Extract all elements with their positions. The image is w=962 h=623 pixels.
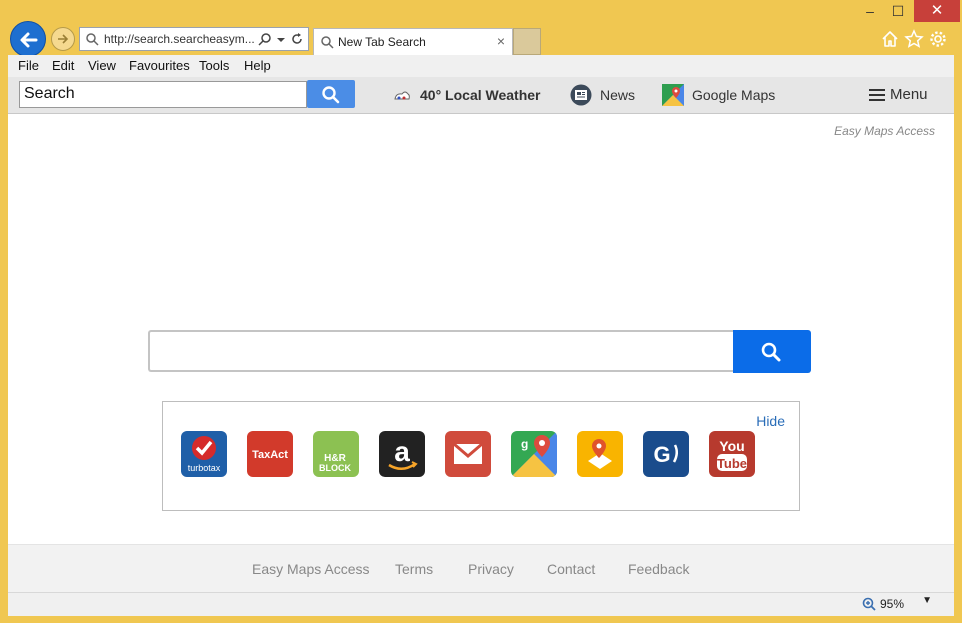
- svg-text:Tube: Tube: [717, 456, 747, 471]
- minimize-button[interactable]: –: [856, 0, 884, 22]
- back-arrow-icon: [20, 32, 38, 48]
- youtube-tile[interactable]: You Tube: [709, 431, 755, 477]
- svg-text:BLOCK: BLOCK: [319, 463, 351, 473]
- search-icon: [761, 342, 781, 362]
- maximize-button[interactable]: ☐: [884, 0, 912, 22]
- page-content: Easy Maps Access Hide turbotax TaxAct H&…: [8, 114, 954, 593]
- footer-link-terms[interactable]: Terms: [395, 561, 433, 577]
- g-app-tile[interactable]: G: [643, 431, 689, 477]
- g-letter-icon: G: [643, 431, 689, 477]
- gmail-tile[interactable]: [445, 431, 491, 477]
- extension-toolbar: Search 40° Local Weather News Google Map…: [8, 77, 954, 114]
- address-url[interactable]: http://search.searcheasym...: [104, 32, 254, 46]
- page-footer: Easy Maps Access Terms Privacy Contact F…: [8, 544, 954, 593]
- forward-button[interactable]: [51, 27, 75, 51]
- turbotax-tile[interactable]: turbotax: [181, 431, 227, 477]
- menu-bar: File Edit View Favourites Tools Help: [8, 55, 954, 78]
- close-window-button[interactable]: ✕: [914, 0, 960, 22]
- search-icon: [86, 33, 99, 46]
- footer-link-contact[interactable]: Contact: [547, 561, 595, 577]
- weather-icon: [394, 91, 410, 100]
- menu-favourites[interactable]: Favourites: [129, 58, 190, 73]
- youtube-icon: You Tube: [709, 431, 755, 477]
- refresh-icon[interactable]: [290, 32, 304, 46]
- map-pin-icon: [577, 431, 623, 477]
- settings-gear-icon[interactable]: [928, 29, 948, 49]
- back-button[interactable]: [10, 21, 46, 57]
- svg-text:G: G: [653, 442, 670, 467]
- hamburger-menu-icon: [869, 89, 885, 101]
- hide-link[interactable]: Hide: [756, 413, 785, 429]
- menu-tools[interactable]: Tools: [199, 58, 229, 73]
- svg-text:TaxAct: TaxAct: [252, 449, 288, 461]
- news-icon: [570, 84, 592, 106]
- menu-help[interactable]: Help: [244, 58, 271, 73]
- footer-link-brand[interactable]: Easy Maps Access: [252, 561, 370, 577]
- status-bar: 95% ▼: [8, 592, 954, 616]
- main-search-button[interactable]: [733, 330, 811, 373]
- google-maps-link[interactable]: Google Maps: [692, 87, 775, 103]
- maps-pin-tile[interactable]: [577, 431, 623, 477]
- svg-text:turbotax: turbotax: [188, 463, 221, 473]
- tab-title: New Tab Search: [338, 35, 426, 49]
- menu-edit[interactable]: Edit: [52, 58, 74, 73]
- forward-arrow-icon: [58, 34, 69, 44]
- menu-view[interactable]: View: [88, 58, 116, 73]
- tab-close-icon[interactable]: ×: [497, 33, 505, 49]
- brand-logo-text[interactable]: Easy Maps Access: [834, 124, 935, 138]
- svg-text:a: a: [394, 436, 410, 467]
- google-maps-icon: [662, 84, 684, 106]
- toolbar-search-input[interactable]: Search: [19, 81, 307, 108]
- svg-text:g: g: [521, 437, 528, 451]
- turbotax-icon: turbotax: [181, 431, 227, 477]
- google-maps-tile[interactable]: g: [511, 431, 557, 477]
- new-tab-button[interactable]: [513, 28, 541, 55]
- amazon-icon: a: [379, 431, 425, 477]
- footer-link-feedback[interactable]: Feedback: [628, 561, 689, 577]
- footer-link-privacy[interactable]: Privacy: [468, 561, 514, 577]
- main-search-input[interactable]: [148, 330, 734, 372]
- weather-link[interactable]: 40° Local Weather: [420, 87, 541, 103]
- home-icon[interactable]: [880, 29, 900, 49]
- menu-file[interactable]: File: [18, 58, 39, 73]
- zoom-dropdown-icon[interactable]: ▼: [922, 595, 932, 606]
- svg-text:You: You: [719, 438, 744, 454]
- news-link[interactable]: News: [600, 87, 635, 103]
- quick-links-panel: Hide turbotax TaxAct H&R BLOCK a g G You…: [162, 401, 800, 511]
- address-bar[interactable]: http://search.searcheasym...: [79, 27, 309, 51]
- menu-button[interactable]: Menu: [890, 86, 928, 103]
- zoom-level[interactable]: 95%: [880, 597, 904, 611]
- hr-block-icon: H&R BLOCK: [313, 431, 359, 477]
- search-go-icon[interactable]: [258, 32, 272, 46]
- search-icon: [322, 86, 340, 104]
- tab-search-icon: [321, 36, 334, 49]
- tab-new-tab-search[interactable]: New Tab Search ×: [313, 28, 513, 55]
- amazon-tile[interactable]: a: [379, 431, 425, 477]
- hr-block-tile[interactable]: H&R BLOCK: [313, 431, 359, 477]
- taxact-tile[interactable]: TaxAct: [247, 431, 293, 477]
- zoom-icon: [862, 597, 876, 611]
- dropdown-icon[interactable]: [276, 35, 286, 45]
- toolbar-search-button[interactable]: [307, 80, 355, 108]
- favorites-star-icon[interactable]: [904, 29, 924, 49]
- taxact-icon: TaxAct: [247, 431, 293, 477]
- google-maps-icon: g: [511, 431, 557, 477]
- mail-icon: [445, 431, 491, 477]
- browser-frame: – ☐ ✕ http://search.searcheasym... New T…: [0, 0, 962, 623]
